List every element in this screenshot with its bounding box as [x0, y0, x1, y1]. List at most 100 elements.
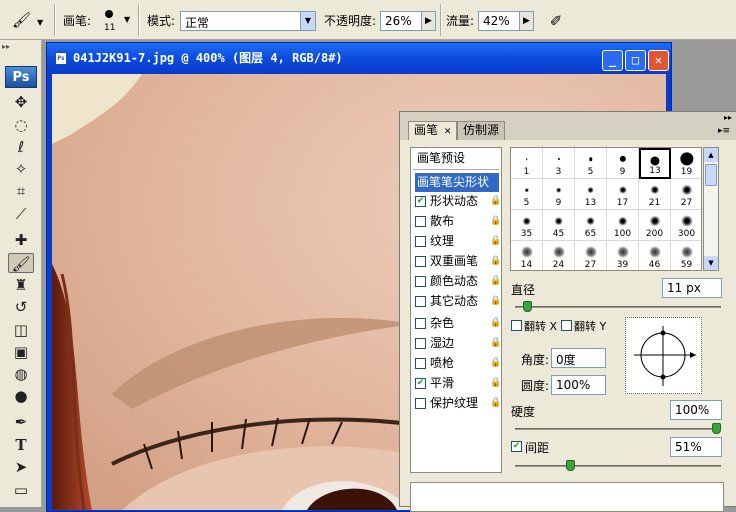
brush-option-item[interactable]: 双重画笔 🔒 [415, 252, 501, 271]
brush-option-item[interactable]: ✔ 平滑 🔒 [415, 374, 501, 393]
brush-tip-cell[interactable]: 3 [543, 148, 575, 179]
brush-tip-cell[interactable]: 13 [575, 179, 607, 210]
brush-option-item[interactable]: 纹理 🔒 [415, 232, 501, 251]
brush-tip-cell[interactable]: 65 [575, 210, 607, 241]
magic-wand-tool-icon[interactable]: ✧ [8, 159, 34, 179]
option-checkbox[interactable] [415, 256, 426, 267]
document-title-bar[interactable]: Ps 041J2K91-7.jpg @ 400% (图层 4, RGB/8#) … [47, 43, 671, 73]
close-button[interactable]: ✕ [648, 50, 669, 71]
diameter-input[interactable]: 11 px [662, 278, 722, 298]
spacing-checkbox[interactable]: ✔ [511, 441, 522, 452]
eraser-tool-icon[interactable]: ◫ [8, 320, 34, 340]
brush-option-item[interactable]: 杂色 🔒 [415, 314, 501, 333]
path-selection-tool-icon[interactable]: ➤ [8, 457, 34, 477]
brush-tip-shape-item[interactable]: 画笔笔尖形状 [415, 173, 499, 192]
tab-clone-source[interactable]: 仿制源 [457, 121, 506, 140]
panel-menu-icon[interactable]: ▸≡ [718, 126, 730, 136]
lock-icon[interactable]: 🔒 [490, 338, 501, 349]
brush-tip-cell[interactable]: 21 [639, 179, 671, 210]
minimize-button[interactable]: _ [602, 50, 623, 71]
option-checkbox[interactable] [415, 318, 426, 329]
brush-tip-cell[interactable]: 5 [511, 179, 543, 210]
option-checkbox[interactable] [415, 358, 426, 369]
shape-tool-icon[interactable]: ▭ [8, 480, 34, 500]
lock-icon[interactable]: 🔒 [490, 318, 501, 329]
flip-x-checkbox[interactable] [511, 320, 522, 331]
option-checkbox[interactable]: ✔ [415, 378, 426, 389]
blur-tool-icon[interactable]: ◍ [8, 364, 34, 384]
lock-icon[interactable]: 🔒 [490, 296, 501, 307]
brush-tip-cell[interactable]: 100 [607, 210, 639, 241]
option-checkbox[interactable] [415, 216, 426, 227]
option-checkbox[interactable] [415, 276, 426, 287]
lock-icon[interactable]: 🔒 [490, 398, 501, 409]
lock-icon[interactable]: 🔒 [490, 256, 501, 267]
brush-option-item[interactable]: 颜色动态 🔒 [415, 272, 501, 291]
tab-brush[interactable]: 画笔 ✕ [408, 121, 458, 140]
spacing-slider[interactable] [515, 460, 721, 471]
brush-tip-cell[interactable]: 200 [639, 210, 671, 241]
opacity-input[interactable]: 26% [380, 11, 422, 31]
brush-picker[interactable]: 11 ▼ [100, 6, 136, 36]
mode-select[interactable]: 正常 ▼ [180, 11, 316, 31]
brush-option-item[interactable]: 湿边 🔒 [415, 334, 501, 353]
angle-roundness-preview[interactable] [625, 317, 702, 394]
marquee-tool-icon[interactable]: ◌ [8, 115, 34, 135]
panel-collapse-icon[interactable]: ▸▸ [724, 113, 732, 122]
brush-tool-icon[interactable]: 🖌 [8, 253, 34, 273]
brush-tip-cell[interactable]: 27 [671, 179, 701, 210]
airbrush-icon[interactable]: ✐ [544, 10, 568, 32]
brush-tip-cell[interactable]: 1 [511, 148, 543, 179]
option-checkbox[interactable]: ✔ [415, 196, 426, 207]
option-checkbox[interactable] [415, 296, 426, 307]
brush-tip-cell[interactable]: 17 [607, 179, 639, 210]
history-brush-tool-icon[interactable]: ↺ [8, 297, 34, 317]
slider-thumb[interactable] [522, 301, 532, 312]
option-checkbox[interactable] [415, 236, 426, 247]
slider-thumb[interactable] [712, 423, 721, 434]
brush-tip-cell[interactable]: 5 [575, 148, 607, 179]
roundness-input[interactable]: 100% [551, 375, 606, 395]
brush-tip-scrollbar[interactable]: ▲ ▼ [703, 147, 719, 271]
opacity-flyout-arrow-icon[interactable]: ▶ [421, 11, 436, 31]
brush-tip-cell[interactable]: 9 [543, 179, 575, 210]
scroll-thumb[interactable] [705, 164, 717, 186]
brush-tip-cell[interactable]: 59 [671, 241, 701, 270]
lock-icon[interactable]: 🔒 [490, 358, 501, 369]
close-icon[interactable]: ✕ [444, 127, 452, 137]
brush-tip-cell[interactable]: 46 [639, 241, 671, 270]
maximize-button[interactable]: □ [625, 50, 646, 71]
scroll-down-icon[interactable]: ▼ [704, 256, 718, 270]
dodge-tool-icon[interactable]: ● [8, 386, 34, 406]
lasso-tool-icon[interactable]: ℓ [8, 137, 34, 157]
brush-presets-item[interactable]: 画笔预设 [415, 149, 499, 168]
hardness-input[interactable]: 100% [670, 400, 722, 420]
flow-flyout-arrow-icon[interactable]: ▶ [519, 11, 534, 31]
lock-icon[interactable]: 🔒 [490, 236, 501, 247]
brush-tip-cell[interactable]: 13 [639, 148, 671, 179]
brush-tip-cell[interactable]: 35 [511, 210, 543, 241]
crop-tool-icon[interactable]: ⌗ [8, 181, 34, 201]
hardness-slider[interactable] [515, 423, 721, 434]
move-tool-icon[interactable]: ✥ [8, 92, 34, 112]
brush-tip-cell[interactable]: 24 [543, 241, 575, 270]
angle-input[interactable]: 0度 [551, 348, 606, 368]
lock-icon[interactable]: 🔒 [490, 378, 501, 389]
toolbox-grip[interactable]: ▸▸ [2, 42, 40, 52]
slider-thumb[interactable] [566, 460, 576, 471]
brush-tip-cell[interactable]: 27 [575, 241, 607, 270]
brush-tip-cell[interactable]: 45 [543, 210, 575, 241]
brush-option-item[interactable]: ✔ 形状动态 🔒 [415, 192, 501, 211]
brush-tip-cell[interactable]: 19 [671, 148, 701, 179]
pen-tool-icon[interactable]: ✒ [8, 412, 34, 432]
brush-tool-preset-icon[interactable]: 🖌 ▼ [6, 8, 46, 32]
brush-option-item[interactable]: 保护纹理 🔒 [415, 394, 501, 413]
diameter-slider[interactable] [515, 301, 721, 312]
brush-option-item[interactable]: 其它动态 🔒 [415, 292, 501, 311]
option-checkbox[interactable] [415, 398, 426, 409]
eyedropper-tool-icon[interactable]: ⟋ [8, 204, 34, 224]
type-tool-icon[interactable]: T [8, 435, 34, 455]
brush-option-item[interactable]: 喷枪 🔒 [415, 354, 501, 373]
flow-input[interactable]: 42% [478, 11, 520, 31]
brush-tip-cell[interactable]: 39 [607, 241, 639, 270]
